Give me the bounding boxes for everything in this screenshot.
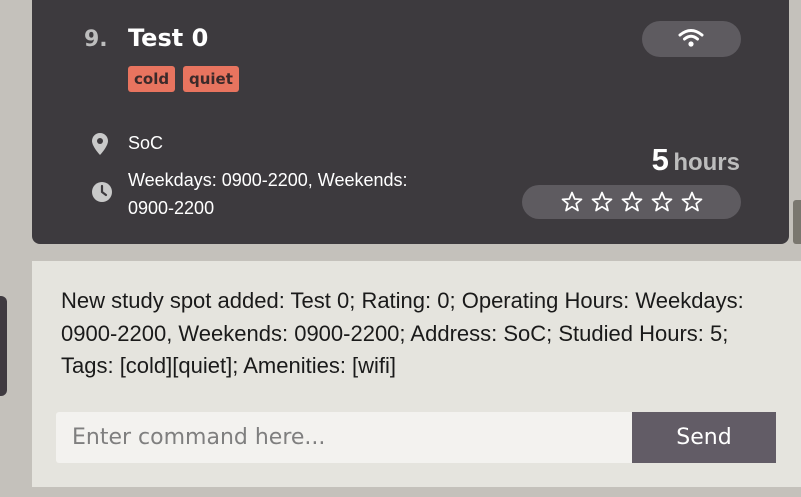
star-outline-icon bbox=[651, 191, 672, 212]
wifi-icon bbox=[678, 29, 704, 47]
result-message: New study spot added: Test 0; Rating: 0;… bbox=[61, 288, 744, 378]
spot-index: 9. bbox=[84, 27, 108, 52]
location-pin-icon bbox=[92, 133, 108, 155]
clock-icon bbox=[92, 182, 112, 202]
star-outline-icon bbox=[621, 191, 642, 212]
send-button[interactable]: Send bbox=[632, 412, 776, 463]
study-spot-card[interactable]: 9. Test 0 cold quiet SoC Weekdays: 0900-… bbox=[32, 0, 789, 244]
studied-hours-value: 5 bbox=[651, 142, 669, 177]
studied-hours: 5 hours bbox=[652, 142, 740, 178]
tag-badge: cold bbox=[128, 66, 176, 92]
spot-name: Test 0 bbox=[128, 24, 209, 52]
spot-address: SoC bbox=[128, 133, 164, 153]
star-outline-icon bbox=[591, 191, 612, 212]
amenity-badge-wifi bbox=[642, 21, 741, 57]
star-outline-icon bbox=[561, 191, 582, 212]
side-panel-edge bbox=[0, 296, 7, 396]
command-input[interactable] bbox=[56, 412, 634, 463]
result-display: New study spot added: Test 0; Rating: 0;… bbox=[32, 261, 801, 487]
scrollbar-thumb[interactable] bbox=[793, 200, 801, 244]
star-outline-icon bbox=[681, 191, 702, 212]
spot-operating-hours: Weekdays: 0900-2200, Weekends: 0900-2200 bbox=[128, 170, 408, 218]
studied-hours-unit: hours bbox=[673, 149, 740, 176]
tag-badge: quiet bbox=[183, 66, 239, 92]
rating-stars bbox=[522, 185, 741, 219]
